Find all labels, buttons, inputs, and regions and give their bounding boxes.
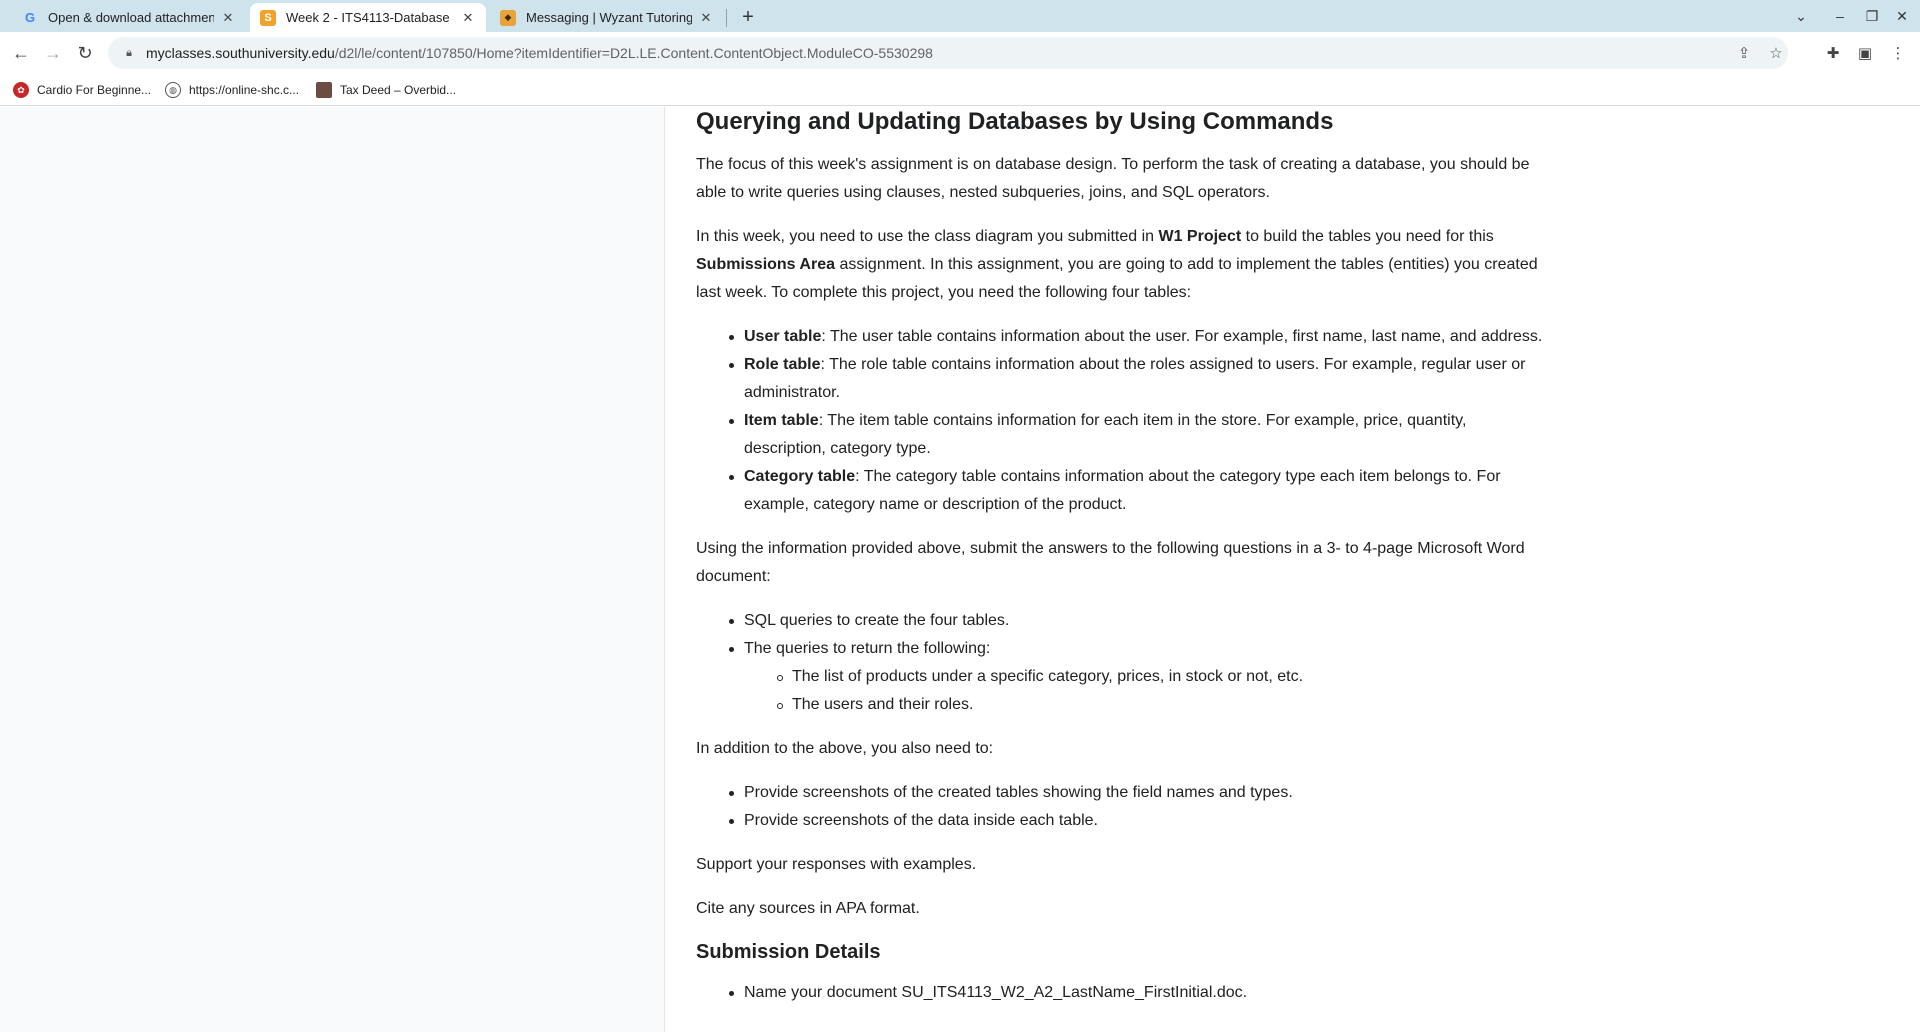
tab-search-chevron-icon[interactable]: ⌄ — [1787, 4, 1815, 28]
list-item: Name your document SU_ITS4113_W2_A2_Last… — [729, 979, 1546, 1007]
subquestions-list: The list of products under a specific ca… — [744, 663, 1546, 719]
tab-separator — [726, 9, 727, 27]
tab-title: Open & download attachments — [48, 10, 214, 25]
google-icon: G — [24, 10, 36, 25]
forward-arrow-icon[interactable]: → — [39, 39, 67, 67]
tables-list: User table: The user table contains info… — [696, 323, 1546, 519]
extensions-puzzle-icon[interactable]: ✚ — [1821, 41, 1845, 65]
submission-list: Name your document SU_ITS4113_W2_A2_Last… — [696, 979, 1546, 1007]
intro-paragraph: The focus of this week's assignment is o… — [696, 156, 1530, 201]
cardio-favicon-icon: ✿ — [13, 82, 29, 98]
address-url: myclasses.southuniversity.edu/d2l/le/con… — [146, 45, 933, 61]
close-icon[interactable]: ✕ — [220, 10, 236, 26]
tab-title: Week 2 - ITS4113-Database Sys — [286, 10, 454, 25]
list-item: The users and their roles. — [777, 691, 1546, 719]
bookmarks-bar: ✿ Cardio For Beginne... ◍ https://online… — [0, 74, 1920, 106]
questions-list: SQL queries to create the four tables. T… — [696, 607, 1546, 719]
globe-icon: ◍ — [165, 82, 181, 98]
tab-title: Messaging | Wyzant Tutoring — [526, 10, 692, 25]
tab-wyzant[interactable]: ◆ Messaging | Wyzant Tutoring ✕ — [490, 3, 724, 32]
content-nav-panel — [0, 107, 665, 1032]
reload-icon[interactable]: ↻ — [71, 39, 99, 67]
list-item: Item table: The item table contains info… — [729, 407, 1546, 463]
cite-paragraph: Cite any sources in APA format. — [696, 900, 920, 917]
submission-heading: Submission Details — [696, 941, 881, 963]
new-tab-icon[interactable]: + — [735, 4, 761, 30]
bookmark-online-shc[interactable]: ◍ https://online-shc.c... — [165, 79, 299, 101]
bookmark-label: Tax Deed – Overbid... — [340, 83, 457, 97]
menu-kebab-icon[interactable]: ⋮ — [1886, 41, 1910, 65]
tab-open-download[interactable]: G Open & download attachments ✕ — [12, 3, 246, 32]
list-item: The queries to return the following: The… — [729, 635, 1546, 719]
bookmark-cardio[interactable]: ✿ Cardio For Beginne... — [13, 79, 151, 101]
side-panel-icon[interactable]: ▣ — [1853, 41, 1877, 65]
minimize-icon[interactable]: – — [1826, 4, 1854, 28]
address-bar[interactable]: 🔒︎ myclasses.southuniversity.edu/d2l/le/… — [108, 37, 1788, 69]
back-arrow-icon[interactable]: ← — [7, 39, 35, 67]
list-item: Provide screenshots of the created table… — [729, 779, 1546, 807]
bookmark-label: Cardio For Beginne... — [37, 83, 152, 97]
list-item: Role table: The role table contains info… — [729, 351, 1546, 407]
list-item: Category table: The category table conta… — [729, 463, 1546, 519]
page-title: Querying and Updating Databases by Using… — [696, 108, 1334, 135]
list-item: The list of products under a specific ca… — [777, 663, 1546, 691]
instructions-paragraph: In this week, you need to use the class … — [696, 228, 1538, 301]
tab-strip: G Open & download attachments ✕ S Week 2… — [0, 0, 1920, 32]
bookmark-star-icon[interactable]: ☆ — [1764, 41, 1788, 65]
share-icon[interactable]: ⇪ — [1732, 41, 1756, 65]
list-item: SQL queries to create the four tables. — [729, 607, 1546, 635]
list-item: Provide screenshots of the data inside e… — [729, 807, 1546, 835]
close-icon[interactable]: ✕ — [460, 10, 476, 26]
needs-list: Provide screenshots of the created table… — [696, 779, 1546, 835]
questions-intro: Using the information provided above, su… — [696, 540, 1525, 585]
support-paragraph: Support your responses with examples. — [696, 856, 977, 873]
tax-deed-favicon-icon — [316, 82, 332, 98]
list-item: User table: The user table contains info… — [729, 323, 1546, 351]
window-close-icon[interactable]: ✕ — [1888, 4, 1916, 28]
additional-intro: In addition to the above, you also need … — [696, 740, 994, 757]
browser-toolbar: ← → ↻ 🔒︎ myclasses.southuniversity.edu/d… — [0, 32, 1920, 74]
lock-icon[interactable]: 🔒︎ — [122, 46, 136, 60]
tab-week2[interactable]: S Week 2 - ITS4113-Database Sys ✕ — [250, 3, 486, 32]
restore-icon[interactable]: ❐ — [1858, 4, 1886, 28]
bookmark-tax-deed[interactable]: Tax Deed – Overbid... — [316, 79, 456, 101]
bookmark-label: https://online-shc.c... — [189, 83, 300, 97]
wyzant-icon: ◆ — [500, 9, 516, 26]
assignment-content: Querying and Updating Databases by Using… — [696, 107, 1546, 1023]
close-icon[interactable]: ✕ — [698, 10, 714, 26]
south-university-icon: S — [260, 9, 276, 26]
